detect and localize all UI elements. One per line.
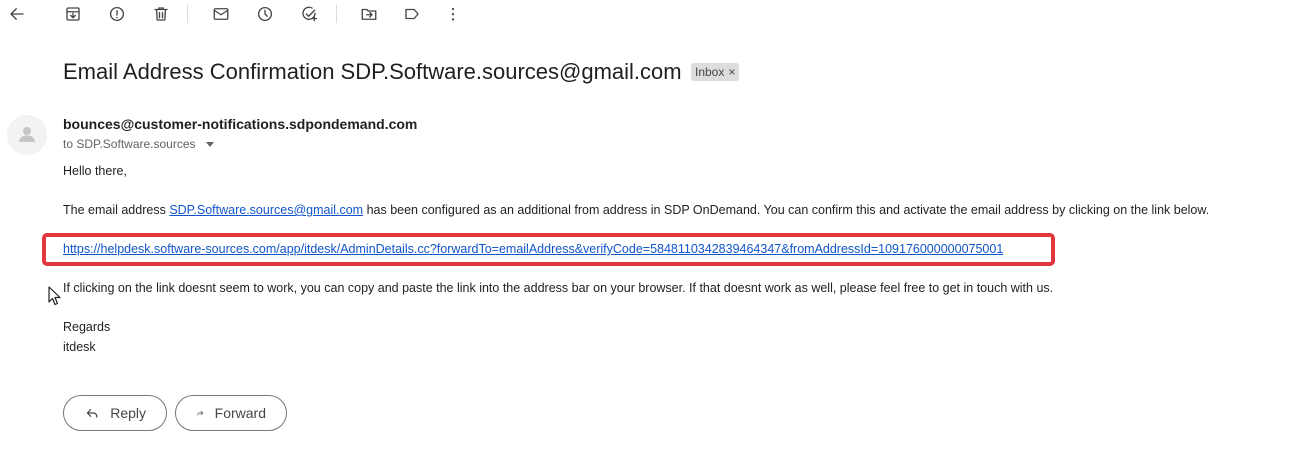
remove-label-icon[interactable]: × — [728, 63, 735, 81]
regards-text: Regards — [63, 320, 111, 334]
delete-icon[interactable] — [149, 2, 173, 26]
reply-button-label: Reply — [110, 405, 146, 421]
back-arrow-icon[interactable] — [5, 2, 29, 26]
mouse-cursor-icon — [48, 286, 62, 311]
recipient-text: to SDP.Software.sources — [63, 137, 196, 151]
verify-link[interactable]: https://helpdesk.software-sources.com/ap… — [63, 242, 1003, 256]
label-chip-text: Inbox — [695, 65, 725, 79]
label-icon[interactable] — [400, 2, 424, 26]
sender-address[interactable]: bounces@customer-notifications.sdpondema… — [63, 116, 417, 132]
default-avatar-icon — [19, 127, 35, 142]
toolbar-divider — [187, 5, 188, 23]
forward-button-label: Forward — [214, 405, 266, 421]
greeting-text: Hello there, — [63, 164, 127, 178]
paragraph-1: The email address SDP.Software.sources@g… — [63, 203, 1209, 217]
toolbar-divider — [336, 5, 337, 23]
verify-link-line: https://helpdesk.software-sources.com/ap… — [63, 242, 1003, 256]
add-task-icon[interactable] — [297, 2, 321, 26]
paragraph-2: If clicking on the link doesnt seem to w… — [63, 281, 1054, 295]
reply-button[interactable]: Reply — [63, 395, 167, 431]
avatar — [7, 115, 47, 155]
move-to-icon[interactable] — [357, 2, 381, 26]
mark-unread-icon[interactable] — [209, 2, 233, 26]
report-spam-icon[interactable] — [105, 2, 129, 26]
archive-icon[interactable] — [61, 2, 85, 26]
email-subject: Email Address Confirmation SDP.Software.… — [63, 59, 682, 84]
forward-arrow-icon — [197, 410, 204, 416]
more-options-icon[interactable] — [441, 2, 465, 26]
recipient-line: to SDP.Software.sources — [63, 137, 214, 151]
inbox-label-chip[interactable]: Inbox × — [691, 63, 740, 81]
paragraph-1-suffix: has been configured as an additional fro… — [363, 203, 1210, 217]
forward-button[interactable]: Forward — [175, 395, 287, 431]
signature-text: itdesk — [63, 340, 96, 354]
reply-arrow-icon — [86, 409, 98, 418]
email-address-link[interactable]: SDP.Software.sources@gmail.com — [169, 203, 363, 217]
snooze-icon[interactable] — [253, 2, 277, 26]
paragraph-1-prefix: The email address — [63, 203, 170, 217]
show-details-chevron-down-icon[interactable] — [205, 141, 214, 147]
